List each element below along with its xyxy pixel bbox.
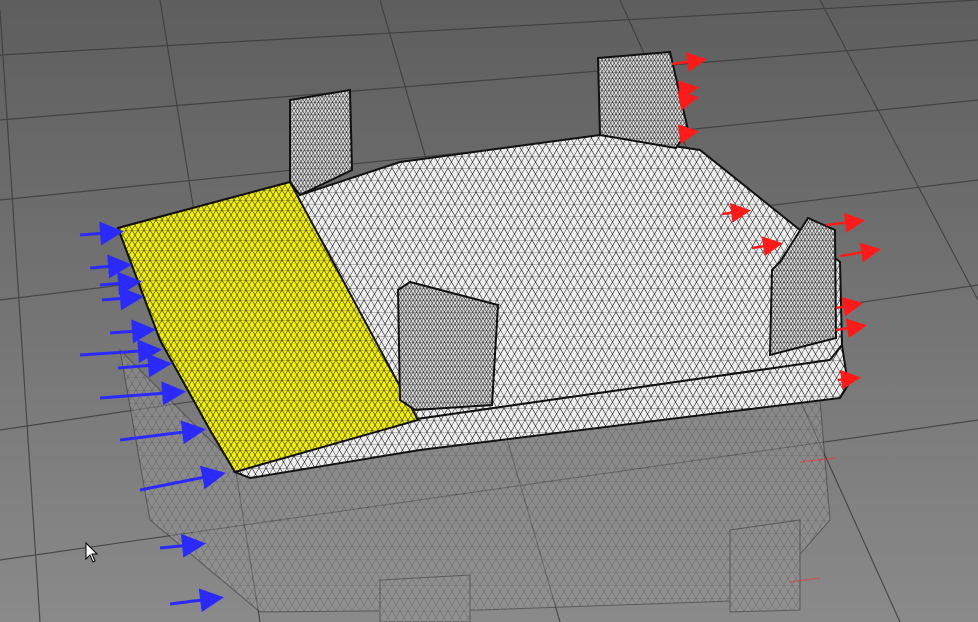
post-front-center[interactable]	[396, 280, 500, 412]
viewport-canvas[interactable]	[0, 0, 978, 622]
3d-viewport[interactable]	[0, 0, 978, 622]
